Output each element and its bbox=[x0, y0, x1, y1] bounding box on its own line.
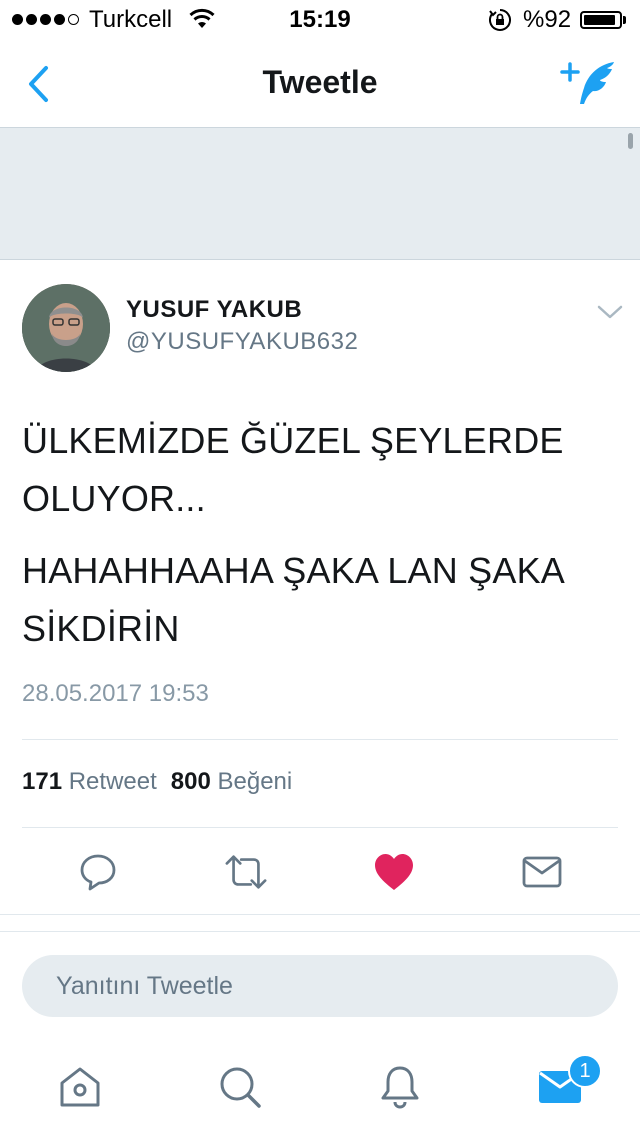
tweet-actions bbox=[0, 850, 640, 894]
direct-message-button[interactable] bbox=[520, 850, 564, 894]
reply-icon bbox=[80, 854, 116, 891]
tweet-timestamp: 28.05.2017 19:53 bbox=[22, 680, 209, 707]
navigation-bar: Tweetle bbox=[0, 40, 640, 128]
tweet-paragraph: ÜLKEMİZDE ĞÜZEL ŞEYLERDE OLUYOR... bbox=[22, 420, 564, 519]
user-handle[interactable]: @YUSUFYAKUB632 bbox=[126, 328, 358, 356]
direct-message-icon bbox=[522, 856, 562, 888]
home-icon bbox=[60, 1067, 100, 1107]
tab-bar bbox=[0, 1048, 640, 1136]
tab-home[interactable] bbox=[55, 1062, 105, 1112]
display-name[interactable]: YUSUF YAKUB bbox=[126, 296, 302, 324]
like-button[interactable] bbox=[372, 850, 416, 894]
profile-photo bbox=[22, 284, 110, 372]
retweet-button[interactable] bbox=[224, 850, 268, 894]
orientation-lock-icon bbox=[488, 8, 512, 37]
notifications-icon bbox=[381, 1066, 419, 1109]
reply-button[interactable] bbox=[76, 850, 120, 894]
like-label: Beğeni bbox=[217, 768, 293, 795]
like-count: 800 bbox=[170, 768, 211, 795]
compose-feather-icon bbox=[560, 62, 614, 104]
scrollbar[interactable] bbox=[628, 133, 633, 149]
reply-input[interactable]: Yanıtını Tweetle bbox=[22, 955, 618, 1017]
battery-percent: %92 bbox=[523, 6, 572, 33]
retweet-count: 171 bbox=[22, 768, 63, 795]
messages-badge: 1 bbox=[568, 1054, 602, 1088]
compose-tweet-button[interactable] bbox=[560, 58, 624, 110]
tweet-paragraph: HAHAHHAAHA ŞAKA LAN ŞAKA SİKDİRİN bbox=[22, 550, 564, 649]
page-title: Tweetle bbox=[262, 64, 378, 100]
retweet-stat[interactable]: 171 Retweet bbox=[22, 768, 157, 795]
tweet-text: ÜLKEMİZDE ĞÜZEL ŞEYLERDE OLUYOR... HAHAH… bbox=[22, 412, 618, 672]
battery-icon bbox=[580, 11, 622, 29]
like-stat[interactable]: 800 Beğeni bbox=[171, 768, 292, 795]
conversation-context-area bbox=[0, 128, 640, 260]
divider bbox=[22, 739, 618, 740]
divider bbox=[22, 827, 618, 828]
retweet-icon bbox=[225, 855, 267, 889]
retweet-label: Retweet bbox=[68, 768, 157, 795]
section-divider bbox=[0, 914, 640, 932]
tweet-stats: 171 Retweet 800 Beğeni bbox=[22, 768, 292, 796]
tab-search[interactable] bbox=[215, 1062, 265, 1112]
status-bar: Turkcell 15:19 %92 bbox=[0, 0, 640, 40]
chevron-down-icon bbox=[597, 305, 623, 319]
like-heart-icon bbox=[375, 854, 413, 890]
tweet-options-button[interactable] bbox=[596, 302, 624, 322]
avatar[interactable] bbox=[22, 284, 110, 372]
battery-tip bbox=[623, 16, 626, 24]
search-icon bbox=[220, 1067, 261, 1108]
tab-notifications[interactable] bbox=[375, 1062, 425, 1112]
